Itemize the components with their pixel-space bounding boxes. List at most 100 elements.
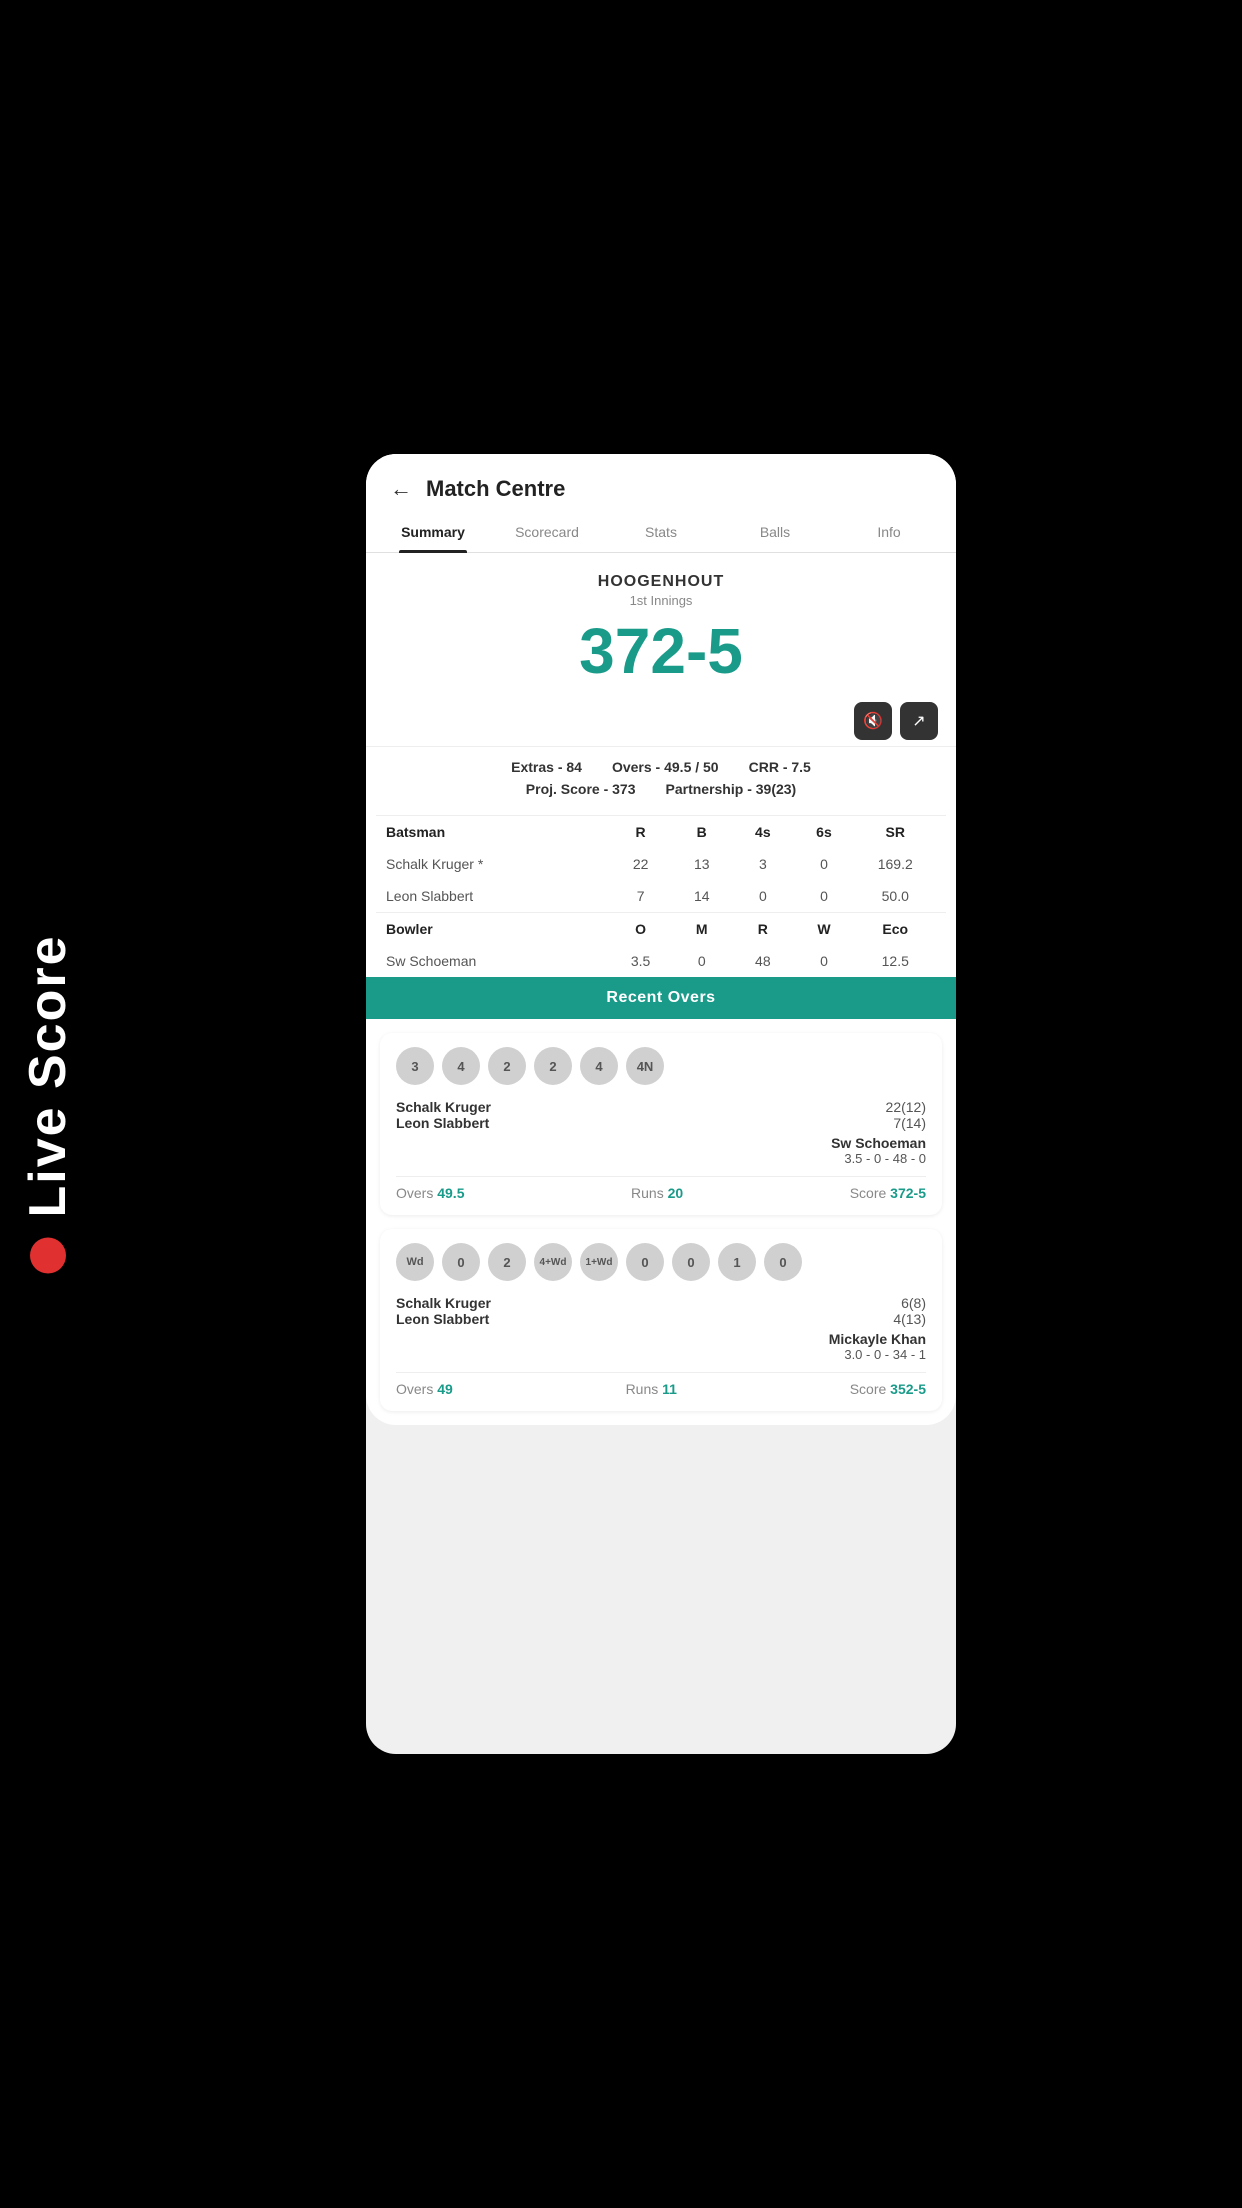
batsman-1-sr: 169.2 (855, 856, 936, 872)
batsman-1-r: 22 (610, 856, 671, 872)
proj-score-info: Proj. Score - 373 (526, 781, 636, 797)
batsman-2-6s: 0 (793, 888, 854, 904)
sr-col-header: SR (855, 824, 936, 840)
bowler-1-eco: 12.5 (855, 953, 936, 969)
batsman-1-6s: 0 (793, 856, 854, 872)
batsman-2-sr: 50.0 (855, 888, 936, 904)
bowler-table-header: Bowler O M R W Eco (376, 913, 946, 945)
bowler-1-name: Sw Schoeman (386, 953, 610, 969)
b-col-header: B (671, 824, 732, 840)
live-score-text: Live Score (18, 934, 78, 1217)
ball-2-3: 2 (488, 1243, 526, 1281)
phone-container: ← Match Centre Summary Scorecard Stats B… (366, 454, 956, 1754)
mute-icon: 🔇 (863, 711, 883, 731)
batsman-1-name: Schalk Kruger * (386, 856, 610, 872)
bowler-1-w: 0 (793, 953, 854, 969)
bowler-section: Bowler O M R W Eco Sw Schoeman 3.5 0 48 … (366, 913, 956, 977)
eco-col-header: Eco (855, 921, 936, 937)
ball-row-2: Wd 0 2 4+Wd 1+Wd 0 0 1 0 (396, 1243, 926, 1281)
innings-label: 1st Innings (386, 593, 936, 608)
match-info: Extras - 84 Overs - 49.5 / 50 CRR - 7.5 … (366, 746, 956, 815)
ball-2-5: 1+Wd (580, 1243, 618, 1281)
batsman-table-header: Batsman R B 4s 6s SR (376, 816, 946, 848)
over-2-overs: Overs 49 (396, 1381, 453, 1397)
over-card-1: 3 4 2 2 4 4N Schalk Kruger Leon Slabbert… (380, 1033, 942, 1215)
batsman-1-4s: 3 (732, 856, 793, 872)
tab-bar: Summary Scorecard Stats Balls Info (366, 512, 956, 553)
ball-2-6: 0 (626, 1243, 664, 1281)
over-1-score: Score 372-5 (850, 1185, 926, 1201)
tab-summary[interactable]: Summary (376, 512, 490, 552)
bowler-row-1: Sw Schoeman 3.5 0 48 0 12.5 (376, 945, 946, 977)
over-2-players: Schalk Kruger Leon Slabbert 6(8) 4(13) M… (396, 1295, 926, 1362)
tab-scorecard[interactable]: Scorecard (490, 512, 604, 552)
over-1-batsman-1-name: Schalk Kruger Leon Slabbert (396, 1099, 659, 1131)
over-1-summary: Overs 49.5 Runs 20 Score 372-5 (396, 1176, 926, 1201)
match-info-row-1: Extras - 84 Overs - 49.5 / 50 CRR - 7.5 (386, 759, 936, 775)
extras-info: Extras - 84 (511, 759, 582, 775)
recent-overs-header: Recent Overs (366, 977, 956, 1019)
ball-1-2: 4 (442, 1047, 480, 1085)
ball-1-1: 3 (396, 1047, 434, 1085)
score-section: HOOGENHOUT 1st Innings 372-5 (366, 553, 956, 696)
match-info-row-2: Proj. Score - 373 Partnership - 39(23) (386, 781, 936, 797)
over-2-runs: Runs 11 (626, 1381, 677, 1397)
fours-col-header: 4s (732, 824, 793, 840)
team-name: HOOGENHOUT (386, 573, 936, 591)
crr-info: CRR - 7.5 (749, 759, 811, 775)
m-col-header: M (671, 921, 732, 937)
ball-1-3: 2 (488, 1047, 526, 1085)
bowler-1-o: 3.5 (610, 953, 671, 969)
tab-balls[interactable]: Balls (718, 512, 832, 552)
ball-2-2: 0 (442, 1243, 480, 1281)
batsman-col-header: Batsman (386, 824, 610, 840)
batsman-2-r: 7 (610, 888, 671, 904)
page-title: Match Centre (426, 476, 565, 502)
main-score: 372-5 (386, 616, 936, 686)
batsman-2-4s: 0 (732, 888, 793, 904)
ball-2-8: 1 (718, 1243, 756, 1281)
ball-1-4: 2 (534, 1047, 572, 1085)
over-card-2: Wd 0 2 4+Wd 1+Wd 0 0 1 0 Schalk Kruger L… (380, 1229, 942, 1411)
share-icon: ↗ (912, 711, 925, 731)
r-header: R (732, 921, 793, 937)
over-1-overs: Overs 49.5 (396, 1185, 464, 1201)
over-2-batsman-names: Schalk Kruger Leon Slabbert (396, 1295, 659, 1327)
ball-2-1: Wd (396, 1243, 434, 1281)
action-buttons: 🔇 ↗ (366, 696, 956, 746)
batsman-section: Batsman R B 4s 6s SR Schalk Kruger * 22 … (366, 816, 956, 912)
batsman-row-1: Schalk Kruger * 22 13 3 0 169.2 (376, 848, 946, 880)
back-button[interactable]: ← (390, 476, 412, 502)
o-col-header: O (610, 921, 671, 937)
over-2-bowler-info: Mickayle Khan 3.0 - 0 - 34 - 1 (663, 1331, 926, 1362)
partnership-info: Partnership - 39(23) (666, 781, 797, 797)
ball-1-6: 4N (626, 1047, 664, 1085)
ball-2-4: 4+Wd (534, 1243, 572, 1281)
over-2-score: Score 352-5 (850, 1381, 926, 1397)
r-col-header: R (610, 824, 671, 840)
ball-row-1: 3 4 2 2 4 4N (396, 1047, 926, 1085)
batsman-1-b: 13 (671, 856, 732, 872)
tab-info[interactable]: Info (832, 512, 946, 552)
bowler-1-m: 0 (671, 953, 732, 969)
over-1-runs: Runs 20 (631, 1185, 683, 1201)
ball-1-5: 4 (580, 1047, 618, 1085)
over-1-batsman-scores: 22(12) 7(14) (663, 1099, 926, 1131)
w-col-header: W (793, 921, 854, 937)
over-1-bowler-info: Sw Schoeman 3.5 - 0 - 48 - 0 (663, 1135, 926, 1166)
mute-button[interactable]: 🔇 (854, 702, 892, 740)
app-content: ← Match Centre Summary Scorecard Stats B… (366, 454, 956, 1425)
over-2-bowler-label (396, 1331, 659, 1362)
batsman-2-name: Leon Slabbert (386, 888, 610, 904)
ball-2-9: 0 (764, 1243, 802, 1281)
batsman-row-2: Leon Slabbert 7 14 0 0 50.0 (376, 880, 946, 912)
live-score-sidebar: Live Score (18, 934, 78, 1273)
ball-2-7: 0 (672, 1243, 710, 1281)
over-1-bowler-name-col (396, 1135, 659, 1166)
over-2-batsman-scores: 6(8) 4(13) (663, 1295, 926, 1327)
bowler-1-r: 48 (732, 953, 793, 969)
over-2-summary: Overs 49 Runs 11 Score 352-5 (396, 1372, 926, 1397)
tab-stats[interactable]: Stats (604, 512, 718, 552)
share-button[interactable]: ↗ (900, 702, 938, 740)
overs-info: Overs - 49.5 / 50 (612, 759, 719, 775)
